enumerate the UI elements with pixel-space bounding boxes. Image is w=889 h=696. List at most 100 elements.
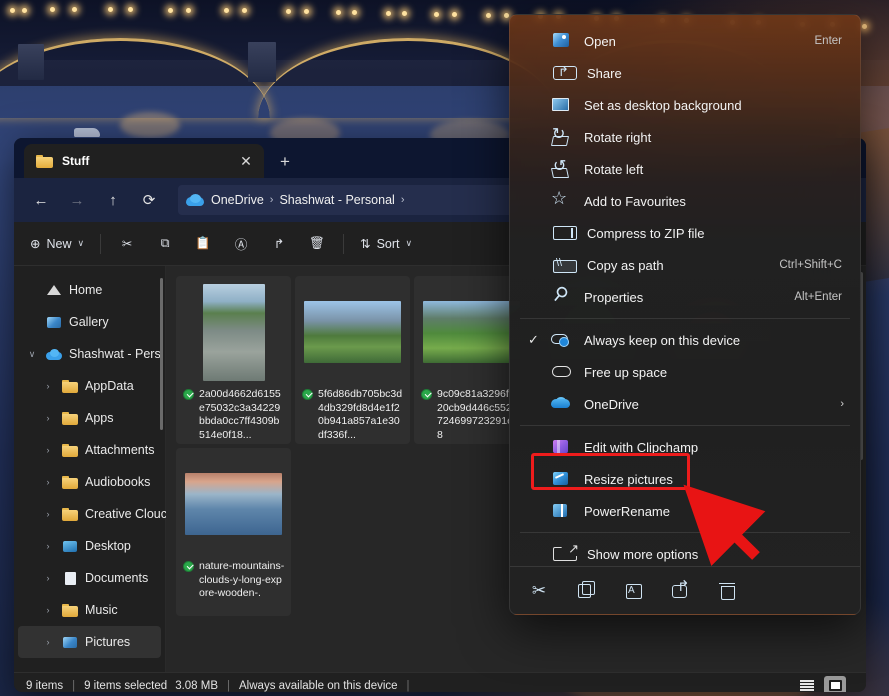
sidebar-item-desktop[interactable]: ›Desktop (18, 530, 161, 562)
chevron-right-icon: › (268, 194, 276, 206)
menu-item-shortcut: Alt+Enter (794, 291, 856, 303)
tab-title: Stuff (62, 154, 225, 168)
context-menu[interactable]: OpenEnterShareSet as desktop backgroundR… (509, 14, 861, 615)
rename-icon[interactable] (618, 576, 648, 606)
chevron-right-icon[interactable]: › (40, 509, 56, 519)
menu-item-set-as-desktop-background[interactable]: Set as desktop background (514, 89, 856, 121)
rotate-left-icon (550, 160, 574, 178)
chevron-right-icon[interactable]: › (40, 541, 56, 551)
sidebar-item-label: Documents (85, 571, 148, 585)
menu-item-compress-to-zip-file[interactable]: Compress to ZIP file (514, 217, 856, 249)
share-button[interactable]: ↱ (261, 228, 297, 260)
chevron-down-icon[interactable]: ∨ (24, 349, 40, 360)
details-view-button[interactable] (796, 676, 818, 693)
chevron-right-icon[interactable]: › (40, 413, 56, 423)
new-button-label: New (46, 237, 71, 251)
file-name-text: nature-mountains-clouds-y-long-expore-wo… (199, 560, 284, 599)
file-tile[interactable]: nature-mountains-clouds-y-long-expore-wo… (176, 448, 291, 616)
menu-item-edit-with-clipchamp[interactable]: Edit with Clipchamp (514, 431, 856, 463)
menu-item-powerrename[interactable]: PowerRename (514, 495, 856, 527)
new-tab-button[interactable]: + (268, 146, 302, 178)
menu-item-rotate-right[interactable]: Rotate right (514, 121, 856, 153)
chevron-right-icon[interactable]: › (40, 605, 56, 615)
chevron-right-icon[interactable]: › (40, 477, 56, 487)
boat (74, 128, 100, 137)
file-name-text: 5f6d86db705bc3d4db329fd8d4e1f20b941a857a… (318, 388, 402, 441)
powerrename-icon (550, 502, 574, 520)
chevron-right-icon[interactable]: › (40, 573, 56, 583)
sidebar-item-creative-clouc[interactable]: ›Creative Clouc (18, 498, 161, 530)
sidebar-item-music[interactable]: ›Music (18, 594, 161, 626)
explorer-tab[interactable]: Stuff ✕ (24, 144, 264, 178)
menu-item-free-up-space[interactable]: Free up space (514, 356, 856, 388)
menu-item-copy-as-path[interactable]: Copy as pathCtrl+Shift+C (514, 249, 856, 281)
sidebar-item-shashwat-pers[interactable]: ∨Shashwat - Pers (18, 338, 161, 370)
sort-button[interactable]: ⇅ Sort ∨ (352, 228, 420, 260)
menu-item-add-to-favourites[interactable]: Add to Favourites (514, 185, 856, 217)
sidebar-scrollbar[interactable] (160, 278, 163, 430)
file-thumbnail (304, 301, 401, 363)
menu-item-label: Properties (574, 290, 794, 305)
menu-item-always-keep-on-this-device[interactable]: ✓Always keep on this device (514, 324, 856, 356)
close-tab-icon[interactable]: ✕ (234, 149, 258, 173)
menu-item-resize-pictures[interactable]: Resize pictures (514, 463, 856, 495)
new-button[interactable]: ⊕ New ∨ (22, 228, 92, 260)
cloud-icon (550, 363, 574, 381)
breadcrumb-item-onedrive[interactable]: OneDrive (211, 193, 264, 207)
sidebar-item-gallery[interactable]: Gallery (18, 306, 161, 338)
share-icon[interactable] (665, 576, 695, 606)
onedrive-icon (46, 347, 63, 362)
menu-item-label: Rotate left (574, 162, 856, 177)
chevron-right-icon[interactable]: › (40, 637, 56, 647)
menu-separator (520, 425, 850, 426)
menu-item-shortcut: Enter (815, 35, 857, 47)
thumbnail-box-icon (829, 680, 842, 691)
menu-item-shortcut: Ctrl+Shift+C (779, 259, 856, 271)
file-name-text: 2a00d4662d6155e75032c3a34229bbda0cc7ff43… (199, 388, 281, 441)
paste-button[interactable]: 📋 (185, 228, 221, 260)
sidebar-item-attachments[interactable]: › Attachments (18, 434, 161, 466)
forward-button[interactable]: → (60, 185, 94, 215)
up-button[interactable]: ↑ (96, 185, 130, 215)
breadcrumb-item-personal[interactable]: Shashwat - Personal (279, 193, 394, 207)
thumbnail-wrapper (422, 282, 522, 382)
sidebar-item-pictures[interactable]: ›Pictures (18, 626, 161, 658)
menu-item-properties[interactable]: PropertiesAlt+Enter (514, 281, 856, 313)
menu-item-rotate-left[interactable]: Rotate left (514, 153, 856, 185)
menu-item-label: Show more options (577, 547, 856, 562)
menu-item-label: Share (577, 66, 856, 81)
sidebar-item-home[interactable]: Home (18, 274, 161, 306)
sidebar-item-appdata[interactable]: ›AppData (18, 370, 161, 402)
chevron-right-icon[interactable]: › (40, 445, 56, 455)
large-icons-view-button[interactable] (824, 676, 846, 693)
status-bar: 9 items | 9 items selected 3.08 MB | Alw… (14, 672, 866, 692)
back-button[interactable]: ← (24, 185, 58, 215)
menu-item-onedrive[interactable]: OneDrive› (514, 388, 856, 420)
sidebar-item-audiobooks[interactable]: ›Audiobooks (18, 466, 161, 498)
delete-button[interactable]: 🗑 (299, 228, 335, 260)
rename-button[interactable]: Ⓐ (223, 228, 259, 260)
chevron-right-icon[interactable]: › (40, 381, 56, 391)
copy-button[interactable]: ⧉ (147, 228, 183, 260)
delete-icon[interactable] (712, 576, 742, 606)
thumbnail-wrapper (303, 282, 403, 382)
menu-item-share[interactable]: Share (514, 57, 856, 89)
menu-item-open[interactable]: OpenEnter (514, 25, 856, 57)
folder-icon (62, 603, 79, 618)
refresh-button[interactable]: ⟳ (132, 185, 166, 215)
folder-icon (62, 507, 79, 522)
folder-icon (62, 443, 79, 458)
sidebar-item-label: Attachments (85, 443, 154, 457)
sidebar-item-documents[interactable]: › Documents (18, 562, 161, 594)
file-tile[interactable]: 2a00d4662d6155e75032c3a34229bbda0cc7ff43… (176, 276, 291, 444)
star-icon (550, 192, 574, 210)
sidebar-item-apps[interactable]: ›Apps (18, 402, 161, 434)
menu-item-label: Free up space (574, 365, 856, 380)
cut-icon[interactable] (524, 576, 554, 606)
copy-icon[interactable] (571, 576, 601, 606)
copy-path-icon (553, 260, 577, 273)
file-name-label: nature-mountains-clouds-y-long-expore-wo… (182, 560, 285, 601)
check-icon: ✓ (528, 332, 550, 348)
cut-button[interactable]: ✂ (109, 228, 145, 260)
file-tile[interactable]: 5f6d86db705bc3d4db329fd8d4e1f20b941a857a… (295, 276, 410, 444)
